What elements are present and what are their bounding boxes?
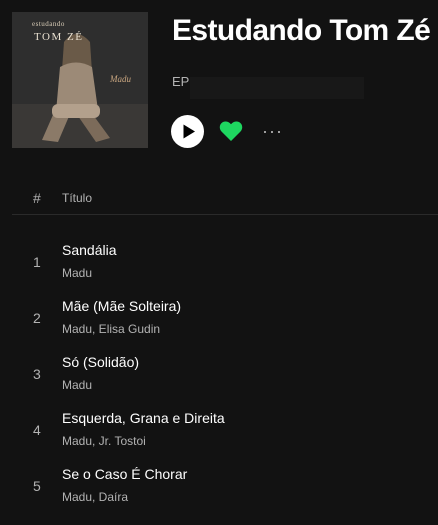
cover-top-text: estudando xyxy=(32,20,65,28)
track-artists[interactable]: Madu, Jr. Tostoi xyxy=(62,434,146,448)
header-divider xyxy=(12,214,438,215)
track-title[interactable]: Mãe (Mãe Solteira) xyxy=(62,298,181,314)
album-meta-strip xyxy=(190,77,364,99)
track-artists[interactable]: Madu, Elisa Gudin xyxy=(62,322,160,336)
more-options-button[interactable]: ··· xyxy=(262,122,283,140)
track-row[interactable]: 4 Esquerda, Grana e Direita Madu, Jr. To… xyxy=(0,404,438,460)
tracklist-header: # Título xyxy=(0,190,438,214)
track-number: 2 xyxy=(33,310,41,326)
album-type: EP xyxy=(172,74,190,89)
play-button[interactable] xyxy=(171,115,204,148)
track-row[interactable]: 1 Sandália Madu xyxy=(0,236,438,292)
track-title[interactable]: Se o Caso É Chorar xyxy=(62,466,187,482)
track-row[interactable]: 3 Só (Solidão) Madu xyxy=(0,348,438,404)
track-number: 1 xyxy=(33,254,41,270)
track-number: 4 xyxy=(33,422,41,438)
like-button[interactable] xyxy=(219,120,243,147)
track-row[interactable]: 2 Mãe (Mãe Solteira) Madu, Elisa Gudin xyxy=(0,292,438,348)
album-cover: estudando TOM ZÉ Madu xyxy=(12,12,148,148)
album-title: Estudando Tom Zé xyxy=(172,14,431,47)
track-artists[interactable]: Madu xyxy=(62,266,92,280)
track-title[interactable]: Sandália xyxy=(62,242,117,258)
track-number: 3 xyxy=(33,366,41,382)
more-options-icon: ··· xyxy=(262,121,283,141)
play-icon xyxy=(183,124,195,139)
track-artists[interactable]: Madu xyxy=(62,378,92,392)
column-title-header[interactable]: Título xyxy=(62,191,92,205)
cover-main-text: TOM ZÉ xyxy=(34,31,84,43)
track-title[interactable]: Esquerda, Grana e Direita xyxy=(62,410,225,426)
track-row[interactable]: 5 Se o Caso É Chorar Madu, Daíra xyxy=(0,460,438,516)
cover-signature: Madu xyxy=(110,74,131,84)
column-number-header: # xyxy=(33,190,41,206)
track-number: 5 xyxy=(33,478,41,494)
track-title[interactable]: Só (Solidão) xyxy=(62,354,139,370)
heart-filled-icon xyxy=(219,121,243,141)
track-artists[interactable]: Madu, Daíra xyxy=(62,490,128,504)
